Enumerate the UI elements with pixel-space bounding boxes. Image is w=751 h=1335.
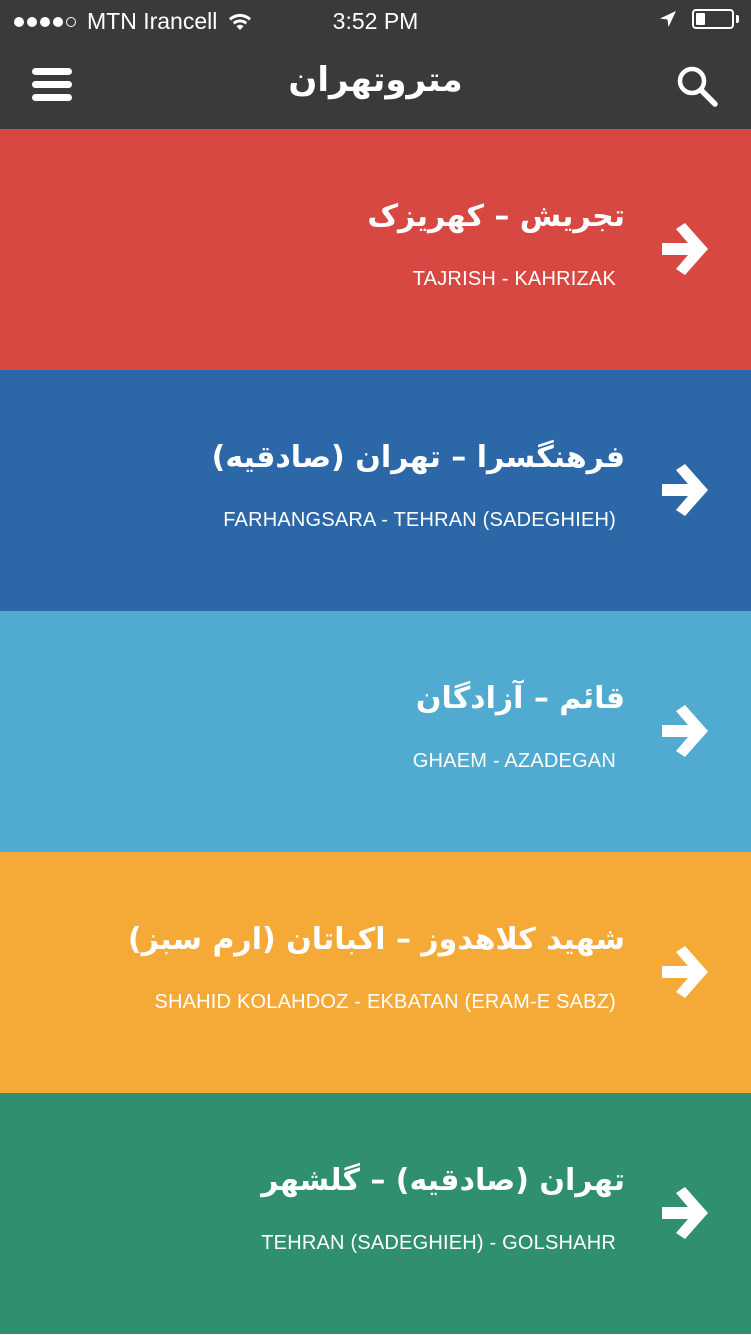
location-arrow-icon (660, 11, 676, 27)
line-name-english: GHAEM - AZADEGAN (412, 750, 616, 772)
line-item-3[interactable]: قائم – آزادگان GHAEM - AZADEGAN (0, 611, 751, 852)
battery-icon (692, 9, 734, 29)
search-icon[interactable] (675, 64, 719, 108)
line-item-5[interactable]: تهران (صادقیه) – گلشهر TEHRAN (SADEGHIEH… (0, 1093, 751, 1334)
arrow-right-icon (662, 705, 708, 757)
line-name-english: TEHRAN (SADEGHIEH) - GOLSHAHR (261, 1232, 616, 1254)
status-time: 3:52 PM (332, 8, 419, 34)
app-header: متروتهران (0, 42, 751, 129)
app-title: متروتهران (288, 60, 463, 100)
arrow-right-icon (662, 1187, 708, 1239)
line-name-persian: تهران (صادقیه) – گلشهر (261, 1163, 625, 1198)
line-name-english: FARHANGSARA - TEHRAN (SADEGHIEH) (223, 509, 616, 531)
line-item-2[interactable]: فرهنگسرا – تهران (صادقیه) FARHANGSARA - … (0, 370, 751, 611)
battery-level (696, 13, 705, 25)
status-bar: MTN Irancell 3:52 PM (0, 0, 751, 42)
arrow-right-icon (662, 464, 708, 516)
status-right (658, 9, 739, 29)
metro-line-list: تجریش – کهریزک TAJRISH - KAHRIZAK فرهنگس… (0, 129, 751, 1335)
line-name-persian: قائم – آزادگان (415, 681, 625, 716)
line-name-persian: تجریش – کهریزک (367, 199, 625, 234)
battery-tip (736, 15, 739, 23)
line-name-english: SHAHID KOLAHDOZ - EKBATAN (ERAM-E SABZ) (154, 991, 616, 1013)
line-name-persian: شهید کلاهدوز – اکباتان (ارم سبز) (127, 922, 625, 957)
line-item-1[interactable]: تجریش – کهریزک TAJRISH - KAHRIZAK (0, 129, 751, 370)
arrow-right-icon (662, 946, 708, 998)
arrow-right-icon (662, 223, 708, 275)
line-name-persian: فرهنگسرا – تهران (صادقیه) (211, 440, 625, 475)
app-screen: MTN Irancell 3:52 PM متروتهران تجریش – ک… (0, 0, 751, 1335)
line-item-4[interactable]: شهید کلاهدوز – اکباتان (ارم سبز) SHAHID … (0, 852, 751, 1093)
line-name-english: TAJRISH - KAHRIZAK (412, 268, 616, 290)
